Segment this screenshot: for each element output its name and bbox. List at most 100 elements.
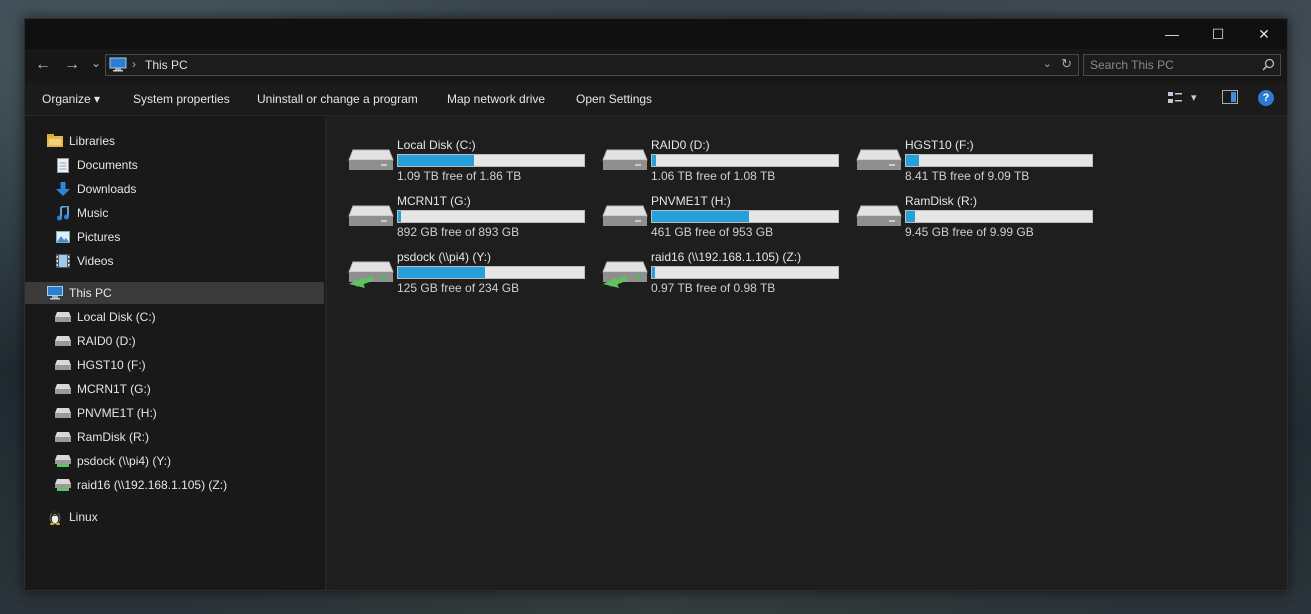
drive-icon xyxy=(55,405,71,421)
preview-pane-button[interactable] xyxy=(1222,90,1238,107)
drive-free-space: 8.41 TB free of 9.09 TB xyxy=(905,169,1030,183)
nav-drive-z[interactable]: raid16 (\\192.168.1.105) (Z:) xyxy=(55,474,227,496)
drive-usage-bar xyxy=(651,154,839,167)
address-bar[interactable]: › This PC ⌄ ↻ xyxy=(105,54,1079,76)
drive-tile[interactable]: RamDisk (R:) 9.45 GB free of 9.99 GB xyxy=(855,190,1105,242)
linux-penguin-icon xyxy=(47,509,63,525)
nav-downloads[interactable]: Downloads xyxy=(55,178,136,200)
drive-tile[interactable]: MCRN1T (G:) 892 GB free of 893 GB xyxy=(347,190,597,242)
file-explorer-window: — ☐ ✕ ← → ⌄ › This PC ⌄ ↻ Organize ▾ Sys… xyxy=(24,18,1288,591)
map-network-drive-button[interactable]: Map network drive xyxy=(447,92,545,106)
drive-icon xyxy=(55,333,71,349)
drive-usage-fill xyxy=(652,155,656,166)
drive-usage-bar xyxy=(651,210,839,223)
nav-label: PNVME1T (H:) xyxy=(77,406,157,420)
nav-label: Downloads xyxy=(77,182,137,196)
nav-libraries[interactable]: Libraries xyxy=(47,130,115,152)
change-view-button[interactable] xyxy=(1167,90,1183,109)
drive-tile[interactable]: HGST10 (F:) 8.41 TB free of 9.09 TB xyxy=(855,134,1105,186)
system-properties-button[interactable]: System properties xyxy=(133,92,230,106)
preview-pane-icon xyxy=(1222,90,1238,104)
drive-tile[interactable]: Local Disk (C:) 1.09 TB free of 1.86 TB xyxy=(347,134,597,186)
drive-tile[interactable]: raid16 (\\192.168.1.105) (Z:) 0.97 TB fre… xyxy=(601,246,851,298)
view-options-dropdown[interactable]: ▾ xyxy=(1191,91,1197,104)
search-box[interactable] xyxy=(1083,54,1281,76)
search-input[interactable] xyxy=(1090,57,1260,73)
nav-drive-r[interactable]: RamDisk (R:) xyxy=(55,426,149,448)
drive-name: PNVME1T (H:) xyxy=(651,194,731,208)
view-options-icon xyxy=(1168,92,1182,103)
help-button[interactable]: ? xyxy=(1258,90,1274,106)
maximize-button[interactable]: ☐ xyxy=(1195,19,1241,49)
drive-usage-fill xyxy=(906,211,915,222)
nav-drive-c[interactable]: Local Disk (C:) xyxy=(55,306,156,328)
open-settings-button[interactable]: Open Settings xyxy=(576,92,652,106)
libraries-icon xyxy=(47,133,63,149)
download-arrow-icon xyxy=(55,181,71,197)
drive-usage-fill xyxy=(398,267,485,278)
this-pc-icon xyxy=(109,57,127,75)
nav-label: MCRN1T (G:) xyxy=(77,382,151,396)
nav-drive-f[interactable]: HGST10 (F:) xyxy=(55,354,146,376)
drive-tile[interactable]: psdock (\\pi4) (Y:) 125 GB free of 234 GB xyxy=(347,246,597,298)
drive-usage-bar xyxy=(905,154,1093,167)
nav-label: Documents xyxy=(77,158,138,172)
nav-label: Linux xyxy=(69,510,98,524)
nav-label: Local Disk (C:) xyxy=(77,310,156,324)
drive-icon xyxy=(55,381,71,397)
drive-icon xyxy=(55,429,71,445)
refresh-button[interactable]: ↻ xyxy=(1061,56,1072,72)
drive-name: raid16 (\\192.168.1.105) (Z:) xyxy=(651,250,802,264)
pictures-icon xyxy=(55,229,71,245)
recent-locations-button[interactable]: ⌄ xyxy=(91,55,101,71)
nav-drive-h[interactable]: PNVME1T (H:) xyxy=(55,402,157,424)
breadcrumb-separator: › xyxy=(132,57,136,71)
nav-label: Libraries xyxy=(69,134,116,148)
nav-drive-d[interactable]: RAID0 (D:) xyxy=(55,330,136,352)
hard-drive-icon xyxy=(601,202,649,235)
nav-label: HGST10 (F:) xyxy=(77,358,146,372)
forward-button[interactable]: → xyxy=(64,57,80,73)
organize-label: Organize xyxy=(42,92,91,106)
drives-content-pane: Local Disk (C:) 1.09 TB free of 1.86 TB RA… xyxy=(327,116,1287,590)
nav-videos[interactable]: Videos xyxy=(55,250,113,272)
drive-tile[interactable]: RAID0 (D:) 1.06 TB free of 1.08 TB xyxy=(601,134,851,186)
nav-linux[interactable]: Linux xyxy=(47,506,98,528)
drive-usage-bar xyxy=(651,266,839,279)
drive-usage-bar xyxy=(397,266,585,279)
drive-usage-fill xyxy=(906,155,919,166)
search-icon[interactable] xyxy=(1262,58,1275,74)
network-drive-icon xyxy=(55,477,71,493)
nav-pictures[interactable]: Pictures xyxy=(55,226,120,248)
nav-label: Pictures xyxy=(77,230,121,244)
drive-usage-bar xyxy=(397,210,585,223)
close-button[interactable]: ✕ xyxy=(1241,19,1287,49)
drive-usage-fill xyxy=(652,267,655,278)
drive-free-space: 1.06 TB free of 1.08 TB xyxy=(651,169,776,183)
chevron-down-icon: ▾ xyxy=(94,92,101,106)
documents-icon xyxy=(55,157,71,173)
network-drive-icon xyxy=(347,258,395,293)
nav-music[interactable]: Music xyxy=(55,202,108,224)
breadcrumb-this-pc[interactable]: This PC xyxy=(145,58,188,72)
minimize-button[interactable]: — xyxy=(1149,19,1195,49)
nav-documents[interactable]: Documents xyxy=(55,154,138,176)
hard-drive-icon xyxy=(601,146,649,179)
address-row: ← → ⌄ › This PC ⌄ ↻ xyxy=(25,49,1287,83)
film-strip-icon xyxy=(55,253,71,269)
drive-free-space: 0.97 TB free of 0.98 TB xyxy=(651,281,776,295)
back-button[interactable]: ← xyxy=(35,57,51,73)
drive-free-space: 125 GB free of 234 GB xyxy=(397,281,520,295)
nav-drive-y[interactable]: psdock (\\pi4) (Y:) xyxy=(55,450,171,472)
hard-drive-icon xyxy=(347,146,395,179)
address-dropdown-button[interactable]: ⌄ xyxy=(1043,57,1052,70)
nav-this-pc[interactable]: This PC xyxy=(25,282,324,304)
nav-label: RAID0 (D:) xyxy=(77,334,136,348)
organize-button[interactable]: Organize ▾ xyxy=(42,92,100,106)
nav-label: Music xyxy=(77,206,109,220)
uninstall-program-button[interactable]: Uninstall or change a program xyxy=(257,92,418,106)
nav-drive-g[interactable]: MCRN1T (G:) xyxy=(55,378,151,400)
drive-usage-bar xyxy=(397,154,585,167)
drive-tile[interactable]: PNVME1T (H:) 461 GB free of 953 GB xyxy=(601,190,851,242)
command-bar: Organize ▾ System properties Uninstall o… xyxy=(25,83,1287,116)
